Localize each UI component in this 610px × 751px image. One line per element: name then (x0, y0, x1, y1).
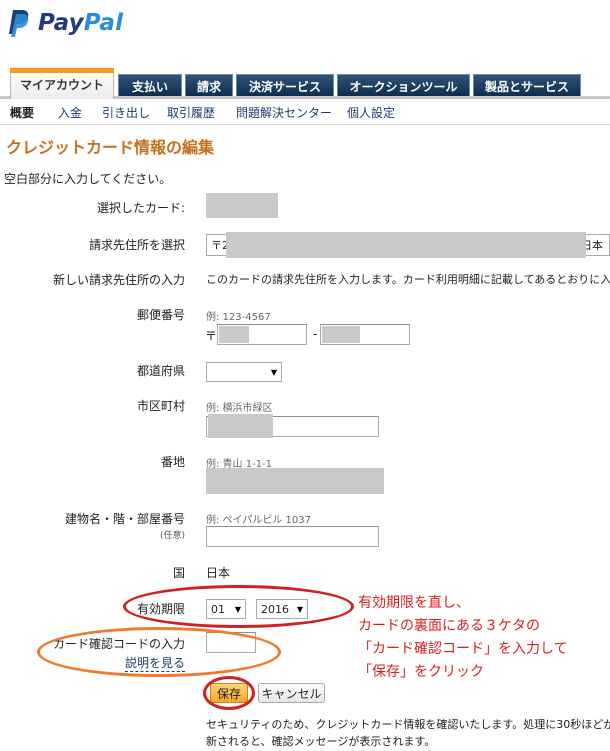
paypal-logo[interactable]: PayPal (8, 6, 123, 40)
tab-products-services[interactable]: 製品とサービス (473, 74, 581, 97)
expiry-highlight-ring (123, 585, 354, 628)
tab-auction-tools[interactable]: オークションツール (337, 74, 470, 97)
dropdown-arrow-icon: ▼ (270, 367, 277, 377)
city-redacted (208, 414, 273, 438)
postal-code-1-redacted (219, 326, 249, 343)
subnav-history[interactable]: 取引履歴 (167, 104, 215, 121)
tab-merchant-services[interactable]: 決済サービス (236, 74, 334, 97)
postal-code-2-redacted (322, 326, 360, 343)
postal-code-example: 例: 123-4567 (206, 312, 271, 323)
building-optional: (任意) (159, 531, 185, 541)
postal-code-label: 郵便番号 (136, 308, 185, 322)
tab-my-account[interactable]: マイアカウント (10, 68, 114, 99)
street-redacted (206, 468, 384, 494)
annotation-line-1: 有効期限を直し、 (358, 595, 470, 611)
subnav-overview[interactable]: 概要 (10, 104, 34, 121)
annotation-line-4: 「保存」をクリック (358, 664, 484, 680)
city-label: 市区町村 (136, 399, 185, 413)
city-example: 例: 横浜市緑区 (206, 403, 273, 414)
annotation-text: 有効期限を直し、 カードの裏面にある３ケタの 「カード確認コード」を入力して 「… (358, 592, 568, 684)
selected-card-redacted (206, 193, 278, 218)
postal-mark: 〒 (205, 329, 218, 343)
cvv-highlight-ring (37, 627, 281, 677)
building-field[interactable] (206, 526, 379, 547)
building-label: 建物名・階・部屋番号 (64, 512, 185, 526)
security-note-line-2: 新されると、確認メッセージが表示されます。 (206, 735, 436, 748)
page-title: クレジットカード情報の編集 (6, 138, 215, 157)
street-label: 番地 (160, 455, 185, 469)
billing-address-redacted (226, 232, 586, 258)
sub-navigation: 概要 入金 引き出し 取引履歴 問題解決センター 個人設定 (0, 100, 610, 125)
subnav-deposit[interactable]: 入金 (58, 104, 82, 121)
prefecture-select[interactable]: ▼ (206, 362, 282, 382)
billing-address-label: 請求先住所を選択 (88, 238, 185, 252)
new-address-label: 新しい請求先住所の入力 (52, 273, 185, 287)
country-label: 国 (172, 566, 185, 580)
country-value: 日本 (206, 566, 231, 580)
primary-tabs: マイアカウント 支払い 請求 決済サービス オークションツール 製品とサービス (0, 66, 610, 99)
paypal-p-icon (9, 10, 29, 37)
annotation-line-3: 「カード確認コード」を入力して (358, 641, 568, 657)
subnav-profile[interactable]: 個人設定 (347, 104, 395, 121)
selected-card-label: 選択したカード: (96, 201, 185, 215)
annotation-line-2: カードの裏面にある３ケタの (358, 618, 540, 634)
subnav-resolution-center[interactable]: 問題解決センター (236, 104, 332, 121)
save-highlight-ring (203, 676, 255, 710)
security-note-line-1: セキュリティのため、クレジットカード情報を確認いたします。処理に30秒ほどかか (206, 718, 610, 731)
prefecture-label: 都道府県 (136, 364, 185, 378)
cancel-button[interactable]: キャンセル (258, 683, 325, 703)
subnav-withdraw[interactable]: 引き出し (102, 104, 150, 121)
paypal-wordmark: PayPal (38, 10, 124, 36)
postal-dash: - (313, 327, 318, 341)
security-note: セキュリティのため、クレジットカード情報を確認いたします。処理に30秒ほどかか … (206, 716, 610, 750)
building-example: 例: ペイパルビル 1037 (206, 515, 311, 526)
tab-payments[interactable]: 支払い (118, 74, 182, 97)
form-instruction: 空白部分に入力してください。 (4, 172, 172, 186)
tab-billing[interactable]: 請求 (185, 74, 233, 97)
new-address-description: このカードの請求先住所を入力します。カード利用明細に記載してあるとおりに入力 (206, 273, 610, 286)
